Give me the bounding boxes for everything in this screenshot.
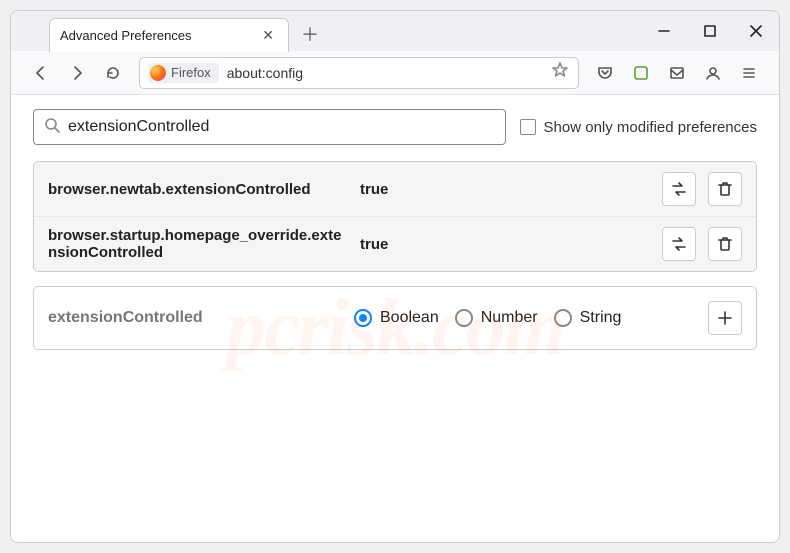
- window-close-button[interactable]: [733, 11, 779, 51]
- tab-strip: Advanced Preferences ✕ ＋: [11, 11, 779, 51]
- window-maximize-button[interactable]: [687, 11, 733, 51]
- toggle-button[interactable]: [662, 172, 696, 206]
- add-pref-button[interactable]: [708, 301, 742, 335]
- window-controls: [641, 11, 779, 51]
- new-pref-label: extensionControlled: [48, 309, 338, 327]
- pref-name: browser.newtab.extensionControlled: [48, 181, 348, 198]
- reload-button[interactable]: [97, 57, 129, 89]
- inbox-icon[interactable]: [661, 57, 693, 89]
- content-area: Show only modified preferences browser.n…: [11, 95, 779, 542]
- radio-boolean[interactable]: Boolean: [354, 309, 439, 327]
- account-icon[interactable]: [697, 57, 729, 89]
- result-row: browser.startup.homepage_override.extens…: [34, 217, 756, 271]
- pocket-icon[interactable]: [589, 57, 621, 89]
- radio-icon: [554, 309, 572, 327]
- radio-label: Number: [481, 309, 538, 327]
- search-box: [33, 109, 506, 145]
- checkbox-icon: [520, 119, 536, 135]
- search-input[interactable]: [68, 118, 495, 136]
- extension-icon[interactable]: [625, 57, 657, 89]
- pref-name: browser.startup.homepage_override.extens…: [48, 227, 348, 261]
- pref-value: true: [360, 181, 650, 198]
- address-bar[interactable]: Firefox about:config: [139, 57, 579, 89]
- url-text: about:config: [227, 65, 542, 81]
- toggle-button[interactable]: [662, 227, 696, 261]
- nav-toolbar: Firefox about:config: [11, 51, 779, 95]
- tab-title: Advanced Preferences: [60, 28, 258, 43]
- bookmark-star-icon[interactable]: [550, 60, 570, 85]
- forward-button[interactable]: [61, 57, 93, 89]
- delete-button[interactable]: [708, 172, 742, 206]
- show-modified-label: Show only modified preferences: [544, 119, 757, 136]
- close-tab-icon[interactable]: ✕: [258, 25, 278, 46]
- firefox-icon: [150, 65, 166, 81]
- show-modified-toggle[interactable]: Show only modified preferences: [520, 119, 757, 136]
- results-table: browser.newtab.extensionControlled true …: [33, 161, 757, 272]
- new-tab-button[interactable]: ＋: [293, 17, 327, 51]
- radio-icon: [354, 309, 372, 327]
- radio-label: String: [580, 309, 622, 327]
- radio-number[interactable]: Number: [455, 309, 538, 327]
- back-button[interactable]: [25, 57, 57, 89]
- menu-button[interactable]: [733, 57, 765, 89]
- delete-button[interactable]: [708, 227, 742, 261]
- radio-label: Boolean: [380, 309, 439, 327]
- firefox-badge: Firefox: [148, 63, 219, 83]
- firefox-badge-label: Firefox: [171, 65, 211, 80]
- search-row: Show only modified preferences: [33, 109, 757, 145]
- pref-value: true: [360, 236, 650, 253]
- result-row: browser.newtab.extensionControlled true: [34, 162, 756, 217]
- window-minimize-button[interactable]: [641, 11, 687, 51]
- radio-icon: [455, 309, 473, 327]
- tab-active[interactable]: Advanced Preferences ✕: [49, 18, 289, 52]
- new-pref-row: extensionControlled Boolean Number Strin…: [33, 286, 757, 350]
- radio-string[interactable]: String: [554, 309, 622, 327]
- search-icon: [44, 117, 60, 138]
- browser-window: Advanced Preferences ✕ ＋ Firefox about:c…: [10, 10, 780, 543]
